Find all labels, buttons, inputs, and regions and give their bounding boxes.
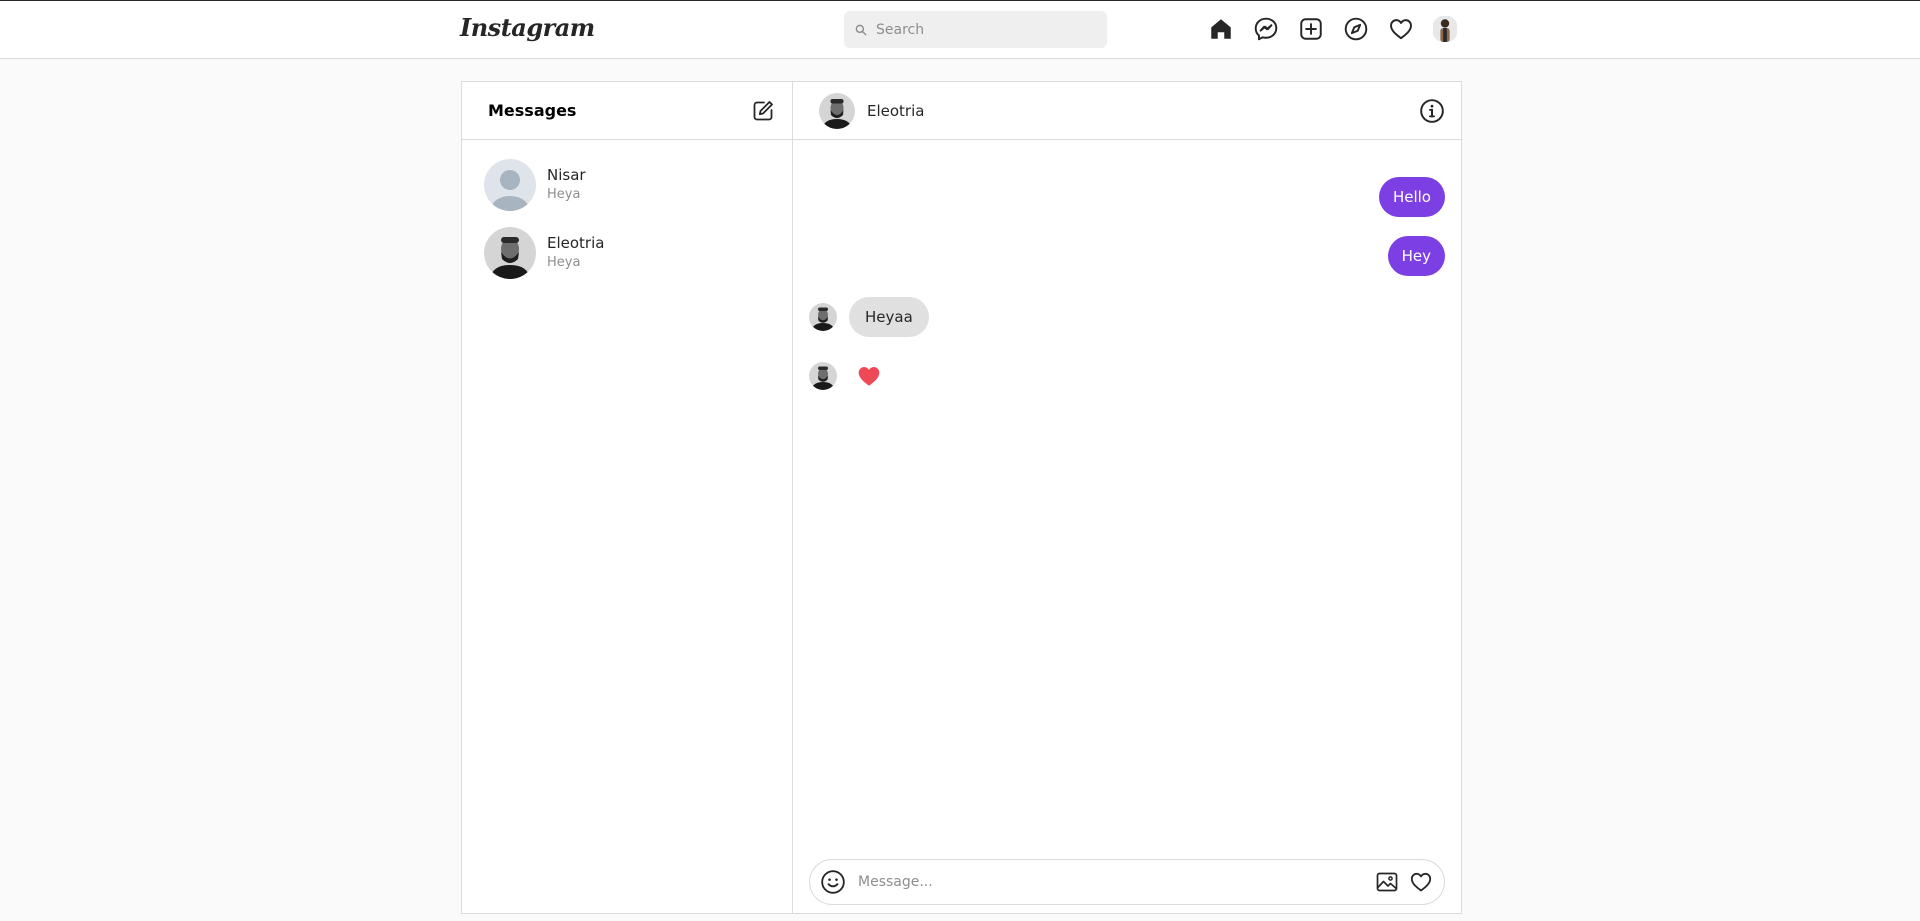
chat-title[interactable]: Eleotria [867,102,924,120]
home-icon[interactable] [1207,15,1235,43]
conversation-item-eleotria[interactable]: Eleotria Heya [462,219,792,287]
message-composer [809,859,1445,905]
search-box[interactable] [844,11,1107,48]
default-avatar [484,159,536,211]
incoming-message[interactable]: Heyaa [849,297,929,337]
conversation-text: Eleotria Heya [547,233,604,273]
new-post-icon[interactable] [1297,15,1325,43]
conversation-item-nisar[interactable]: Nisar Heya [462,151,792,219]
conversation-name: Eleotria [547,234,605,252]
outgoing-message[interactable]: Hello [1378,177,1445,217]
sender-avatar [809,362,837,390]
emoji-icon[interactable] [820,869,846,895]
info-icon[interactable] [1419,98,1445,124]
conversation-preview: Heya [547,187,581,202]
messenger-icon[interactable] [1252,15,1280,43]
message-thread: Hello Hey Heyaa [793,140,1461,840]
inbox-header: Messages [462,82,792,140]
conversation-list: Nisar Heya Eleotria Heya [462,140,792,287]
heart-icon[interactable] [1408,869,1434,895]
activity-heart-icon[interactable] [1387,15,1415,43]
photo-avatar [484,227,536,279]
incoming-message-row: Heyaa [809,297,929,337]
conversation-preview: Heya [547,255,581,270]
conversation-name: Nisar [547,166,586,184]
inbox-title: Messages [488,101,577,120]
search-icon [855,24,867,35]
search-input[interactable] [876,21,1096,38]
chat-pane: Eleotria Hello Hey Heyaa [793,82,1461,913]
conversation-list-pane: Messages Nisar Heya Eleotria Heya [462,82,793,913]
outgoing-message[interactable]: Hey [1387,236,1445,276]
image-icon[interactable] [1374,869,1400,895]
nav-icons [1207,15,1475,43]
top-nav: Instagram [0,1,1920,59]
message-input[interactable] [858,874,1366,890]
explore-icon[interactable] [1342,15,1370,43]
sender-avatar [809,303,837,331]
profile-avatar[interactable] [1432,15,1458,43]
instagram-logo[interactable]: Instagram [460,13,595,42]
heart-reaction-icon[interactable] [849,356,889,396]
conversation-text: Nisar Heya [547,165,586,205]
chat-avatar[interactable] [819,92,855,129]
compose-icon[interactable] [750,98,776,124]
inbox-container: Messages Nisar Heya Eleotria Heya Eleotr… [461,81,1462,914]
chat-header: Eleotria [793,82,1461,140]
incoming-message-row [809,356,889,396]
